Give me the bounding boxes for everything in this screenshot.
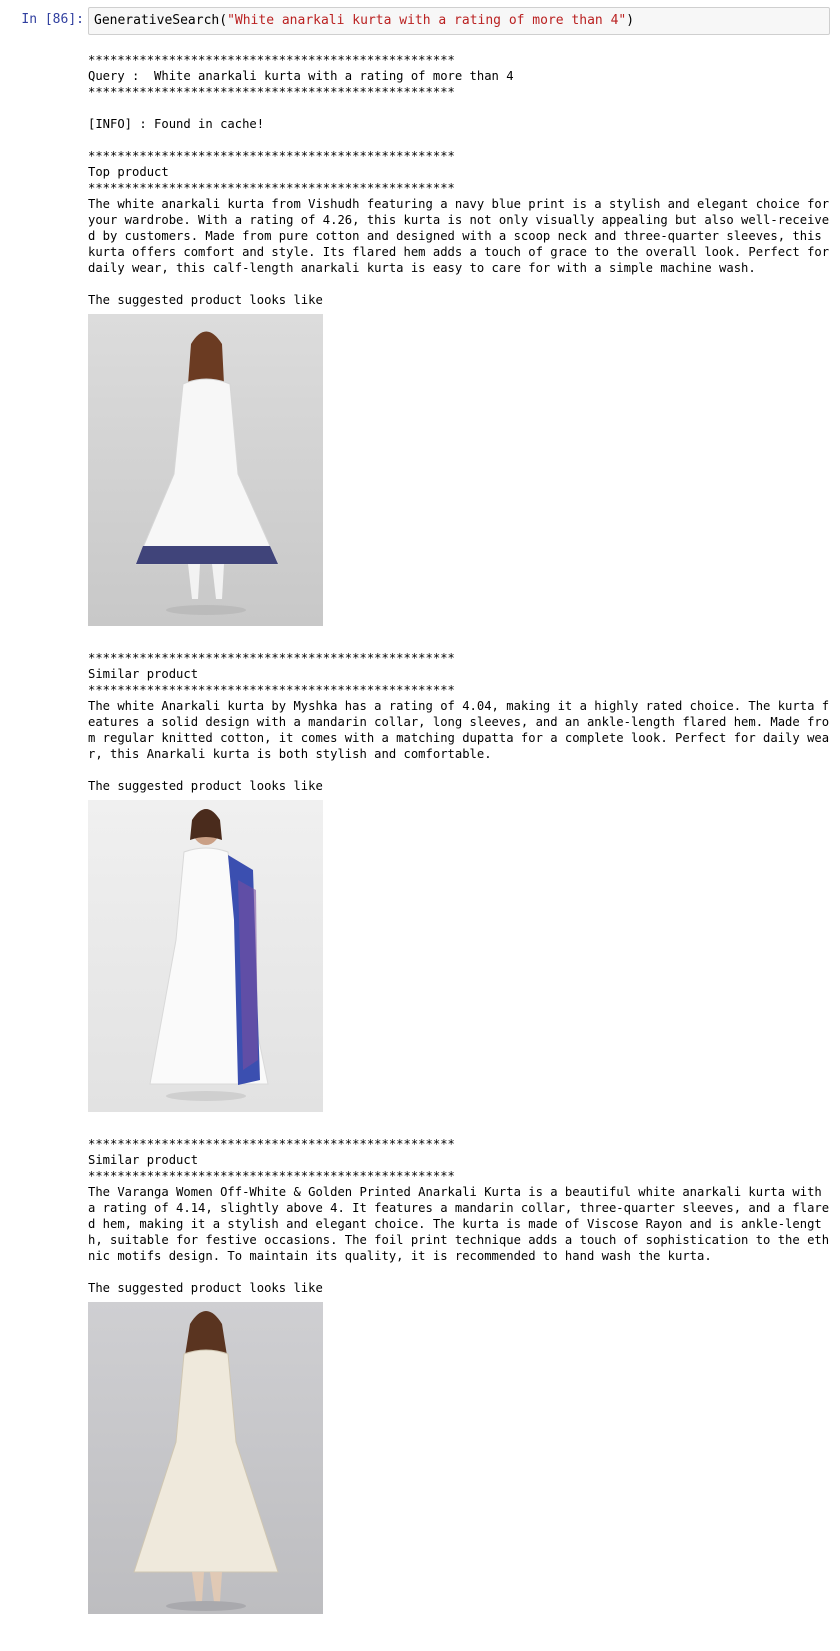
product-heading: Similar product xyxy=(88,1153,199,1167)
product-image xyxy=(88,1302,323,1614)
product-description: The Varanga Women Off-White & Golden Pri… xyxy=(88,1185,830,1263)
separator: ****************************************… xyxy=(88,149,455,163)
product-heading: Top product xyxy=(88,165,169,179)
code-string-argument: "White anarkali kurta with a rating of m… xyxy=(227,13,627,28)
product-image-svg xyxy=(149,809,269,1101)
product-image-svg xyxy=(135,331,279,615)
separator: ****************************************… xyxy=(88,1137,455,1151)
code-close-paren: ) xyxy=(626,13,635,28)
separator: ****************************************… xyxy=(88,181,455,195)
product-image xyxy=(88,314,323,626)
separator: ****************************************… xyxy=(88,1169,455,1183)
separator: ****************************************… xyxy=(88,85,455,99)
product-image-svg xyxy=(133,1311,279,1611)
separator: ****************************************… xyxy=(88,651,455,665)
suggested-label: The suggested product looks like xyxy=(88,1281,323,1295)
product-heading: Similar product xyxy=(88,667,199,681)
notebook-cell: In [86]: GenerativeSearch("White anarkal… xyxy=(0,0,840,1651)
query-line: Query : White anarkali kurta with a rati… xyxy=(88,69,514,83)
suggested-label: The suggested product looks like xyxy=(88,293,323,307)
input-prompt: In [86]: xyxy=(21,12,84,27)
product-description: The white anarkali kurta from Vishudh fe… xyxy=(88,197,837,275)
separator: ****************************************… xyxy=(88,53,455,67)
separator: ****************************************… xyxy=(88,683,455,697)
code-function-call: GenerativeSearch( xyxy=(94,13,228,28)
code-input[interactable]: GenerativeSearch("White anarkali kurta w… xyxy=(88,7,830,35)
suggested-label: The suggested product looks like xyxy=(88,779,323,793)
product-description: The white Anarkali kurta by Myshka has a… xyxy=(88,699,830,761)
product-image xyxy=(88,800,323,1112)
cell-output: ****************************************… xyxy=(88,52,830,1614)
info-line: [INFO] : Found in cache! xyxy=(88,117,265,131)
